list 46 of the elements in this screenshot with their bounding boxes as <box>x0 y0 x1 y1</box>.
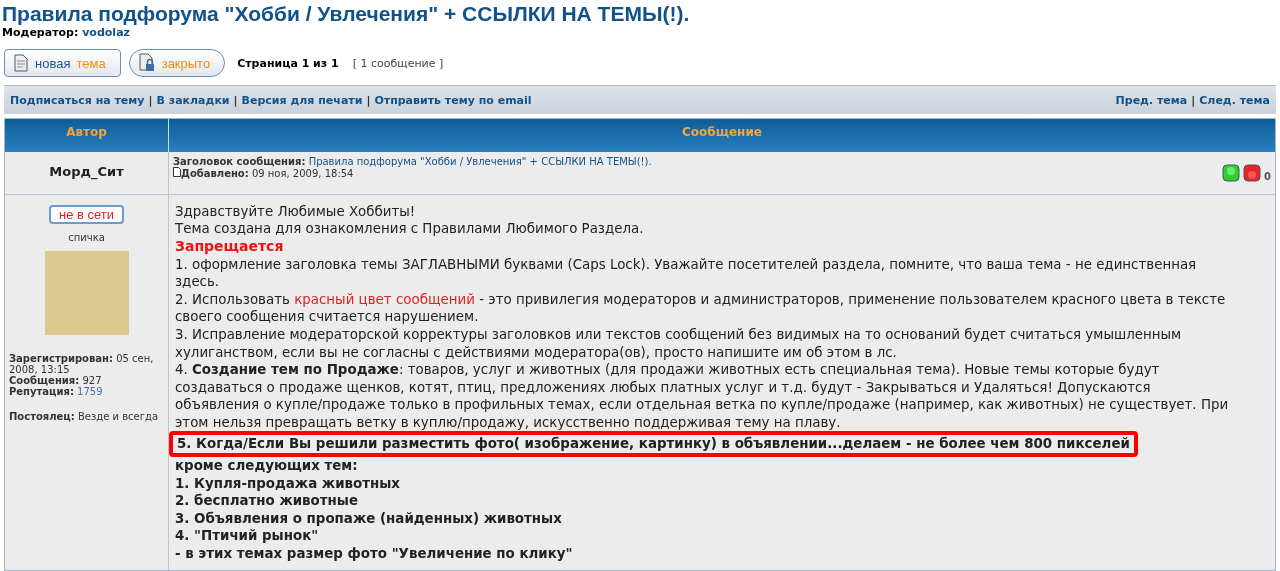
column-header: Сообщение <box>169 119 1275 153</box>
topic-link[interactable]: Подписаться на тему <box>10 93 145 107</box>
highlighted-paragraph: 5. Когда/Если Вы решили разместить фото( изображение, картинку) в объявлении...делаем - не более чем 800 пикселей <box>169 431 1138 458</box>
separator: | <box>366 93 371 107</box>
separator: | <box>1191 93 1196 107</box>
paragraph: 2. Использовать красный цвет сообщений - это привилегия модераторов и администраторов, применение пользователем красного цвета в тексте своего сообщения считается нарушением. <box>175 290 1227 326</box>
section-heading: Запрещается <box>175 237 285 256</box>
status-badge: не в сети <box>48 204 125 224</box>
paragraph: 1. Купля-продажа животных <box>175 474 401 493</box>
paragraph: 3. Объявления о пропаже (найденных) животных <box>175 509 563 528</box>
separator: | <box>148 93 153 107</box>
separator: | <box>233 93 238 107</box>
moderator-link[interactable]: vodolaz <box>82 26 130 39</box>
paragraph: Тема создана для ознакомления с Правилами Любимого Раздела. <box>175 220 645 238</box>
moderator-line: Модератор: vodolaz <box>2 26 130 39</box>
topic-title: Правила подфорума "Хобби / Увлечения" + ССЫЛКИ НА ТЕМЫ(!). <box>2 2 690 26</box>
profile-field: Репутация: 1759 <box>9 385 164 397</box>
document-icon <box>13 54 29 72</box>
topic-link[interactable]: Версия для печати <box>241 93 363 107</box>
paragraph: 2. бесплатно животные <box>175 492 359 510</box>
paragraph: кроме следующих тем: <box>175 457 359 475</box>
subject-link[interactable]: Правила подфорума "Хобби / Увлечения" + ССЫЛКИ НА ТЕМЫ(!). <box>308 156 652 168</box>
post-subject: Заголовок сообщения: Правила подфорума "Хобби / Увлечения" + ССЫЛКИ НА ТЕМЫ(!). <box>173 156 652 168</box>
paragraph: 4. "Птичий рынок" <box>175 527 320 546</box>
profile-field: Постоялец: Везде и всегда <box>9 410 164 422</box>
paragraph: - в этих темах размер фото "Увеличение по клику" <box>175 545 574 563</box>
topic-link[interactable]: Отправить тему по email <box>374 93 532 107</box>
paragraph: 1. оформление заголовка темы ЗАГЛАВНЫМИ буквами (Caps Lock). Уважайте посетителей раздела, помните, что ваша тема - не единственная здесь. <box>175 255 1198 291</box>
author-name: Морд_Сит <box>48 163 125 180</box>
new-topic-button[interactable]: новая тема <box>4 49 121 77</box>
post-count: [ 1 сообщение ] <box>352 56 444 70</box>
document-icon <box>173 167 181 178</box>
paragraph: 4. Создание тем по Продаже: товаров, услуг и животных (для продажи животных есть специальная тема). Новые темы которые будут создаваться о продаже щенков, котят, птиц, предложениях любых платных услуг и т.д. будут - Закрываться и Удаляться! Допускаются объявления о купле/продаже только в профильных темах, если отдельная ветка по купле/продаже (например, как животных) не существует. При этом нельзя превращать ветку в куплю/продажу, искусственно поддерживая тему на плаву. <box>175 361 1230 432</box>
nav-link[interactable]: След. тема <box>1199 93 1270 107</box>
karma-count: 0 <box>1264 171 1271 183</box>
post-date: Добавлено: 09 ноя, 2009, 18:54 <box>173 167 652 180</box>
topic-link[interactable]: В закладки <box>156 93 230 107</box>
page-indicator: Страница 1 из 1 <box>237 56 339 70</box>
paragraph: 3. Исправление модераторской корректуры заголовков или текстов сообщений без видимых на то оснований будет считаться умышленным хулиганством, если вы не согласны с действиями модератора(ов), просто напишите им об этом в лс. <box>175 325 1183 362</box>
profile-field: Зарегистрирован: 05 сен, 2008, 13:15 <box>9 352 164 375</box>
document-lock-icon <box>137 53 156 73</box>
column-header: Автор <box>5 119 169 153</box>
paragraph: Здравствуйте Любимые Хоббиты! <box>175 202 417 221</box>
profile-field: Сообщения: 927 <box>9 374 164 386</box>
user-rank: спичка <box>68 231 105 243</box>
nav-link[interactable]: Пред. тема <box>1115 93 1188 107</box>
